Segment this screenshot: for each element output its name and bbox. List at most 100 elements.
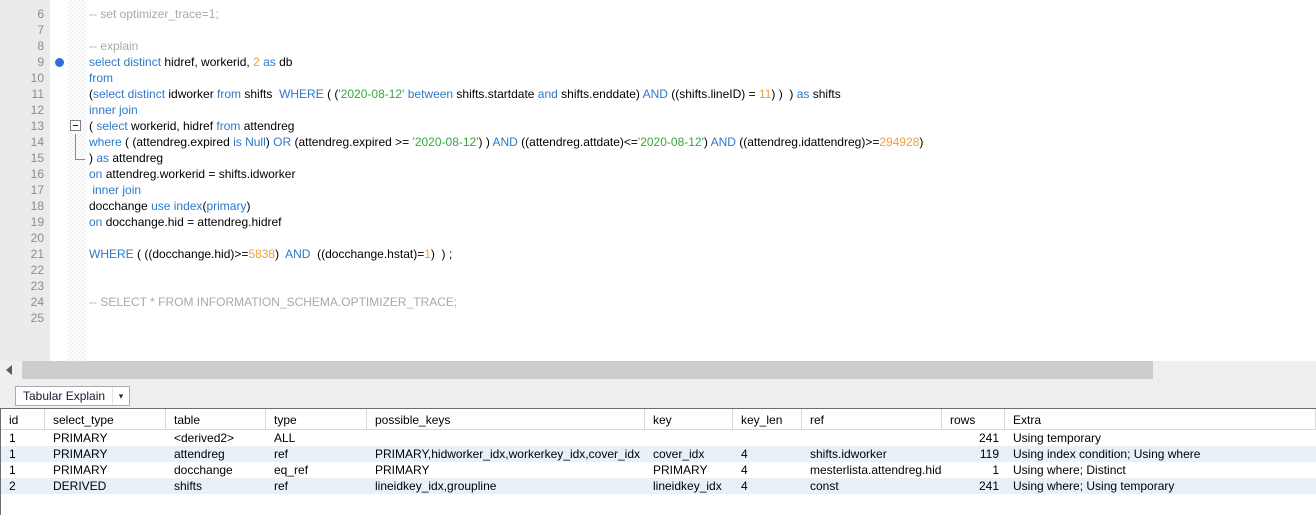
marker-cell [50, 214, 68, 230]
code-token: ((attendreg.idattendreg)>= [736, 135, 879, 149]
marker-cell [50, 198, 68, 214]
code-token: 1 [424, 247, 431, 261]
fold-cell [68, 230, 87, 246]
chevron-down-icon[interactable]: ▾ [112, 387, 129, 405]
code-line[interactable]: 25 [0, 310, 1316, 326]
code-text: -- SELECT * FROM INFORMATION_SCHEMA.OPTI… [87, 294, 457, 310]
code-token: ((docchange.hstat)= [310, 247, 424, 261]
sql-editor[interactable]: 6-- set optimizer_trace=1;78-- explain9s… [0, 0, 1316, 361]
code-text: -- set optimizer_trace=1; [87, 6, 219, 22]
fold-cell [68, 182, 87, 198]
column-header-id[interactable]: id [1, 409, 45, 430]
code-line[interactable]: 16on attendreg.workerid = shifts.idworke… [0, 166, 1316, 182]
code-line[interactable]: 24-- SELECT * FROM INFORMATION_SCHEMA.OP… [0, 294, 1316, 310]
line-number: 15 [0, 150, 50, 166]
table-cell-possible_keys: lineidkey_idx,groupline [367, 478, 645, 494]
column-header-rows[interactable]: rows [942, 409, 1005, 430]
scrollbar-thumb[interactable] [22, 361, 1153, 379]
code-line[interactable]: 20 [0, 230, 1316, 246]
code-line[interactable]: 15) as attendreg [0, 150, 1316, 166]
scroll-left-button[interactable] [0, 361, 18, 379]
table-cell-key_len: 4 [733, 462, 802, 478]
code-token: from [216, 119, 240, 133]
code-line[interactable]: 19on docchange.hid = attendreg.hidref [0, 214, 1316, 230]
code-text [87, 230, 89, 246]
code-token: idworker [165, 87, 217, 101]
code-line[interactable]: 14where ( (attendreg.expired is Null) OR… [0, 134, 1316, 150]
code-token: db [276, 55, 293, 69]
column-header-ref[interactable]: ref [802, 409, 942, 430]
table-cell-possible_keys: PRIMARY,hidworker_idx,workerkey_idx,cove… [367, 446, 645, 462]
table-cell-id: 1 [1, 430, 45, 446]
explain-table-body: 1PRIMARY<derived2>ALL241Using temporary1… [1, 430, 1316, 494]
column-header-table[interactable]: table [166, 409, 266, 430]
fold-collapse-icon[interactable] [70, 120, 81, 131]
line-number: 17 [0, 182, 50, 198]
code-line[interactable]: 23 [0, 278, 1316, 294]
column-header-select_type[interactable]: select_type [45, 409, 166, 430]
code-token: docchange.hid = attendreg.hidref [102, 215, 281, 229]
fold-cell [68, 166, 87, 182]
column-header-type[interactable]: type [266, 409, 367, 430]
table-row[interactable]: 1PRIMARY<derived2>ALL241Using temporary [1, 430, 1316, 446]
code-line[interactable]: 18docchange use index(primary) [0, 198, 1316, 214]
table-cell-table: shifts [166, 478, 266, 494]
table-cell-table: <derived2> [166, 430, 266, 446]
column-header-extra[interactable]: Extra [1005, 409, 1316, 430]
table-cell-key: PRIMARY [645, 462, 733, 478]
table-cell-key [645, 430, 733, 446]
marker-cell [50, 246, 68, 262]
code-line[interactable]: 17 inner join [0, 182, 1316, 198]
code-token: (attendreg.expired >= [291, 135, 412, 149]
table-row[interactable]: 2DERIVEDshiftsreflineidkey_idx,groupline… [1, 478, 1316, 494]
code-line[interactable]: 12inner join [0, 102, 1316, 118]
code-token: 5838 [248, 247, 275, 261]
code-token: ) ) ; [431, 247, 452, 261]
table-cell-table: attendreg [166, 446, 266, 462]
code-line[interactable]: 11(select distinct idworker from shifts … [0, 86, 1316, 102]
fold-cell [68, 102, 87, 118]
code-token: 294928 [879, 135, 919, 149]
code-line[interactable]: 21WHERE ( ((docchange.hid)>=5838) AND ((… [0, 246, 1316, 262]
table-cell-id: 1 [1, 446, 45, 462]
code-token: shifts [809, 87, 840, 101]
column-header-possible_keys[interactable]: possible_keys [367, 409, 645, 430]
table-row[interactable]: 1PRIMARYdocchangeeq_refPRIMARYPRIMARY4me… [1, 462, 1316, 478]
marker-cell [50, 22, 68, 38]
code-line[interactable]: 6-- set optimizer_trace=1; [0, 6, 1316, 22]
code-text: from [87, 70, 113, 86]
code-line[interactable]: 22 [0, 262, 1316, 278]
column-header-key_len[interactable]: key_len [733, 409, 802, 430]
marker-cell [50, 230, 68, 246]
line-number: 20 [0, 230, 50, 246]
code-token: ) [246, 199, 250, 213]
column-header-key[interactable]: key [645, 409, 733, 430]
fold-cell [68, 38, 87, 54]
fold-cell [68, 70, 87, 86]
code-token: between [408, 87, 453, 101]
code-token: on [89, 215, 102, 229]
code-line[interactable]: 8-- explain [0, 38, 1316, 54]
code-line[interactable]: 13( select workerid, hidref from attendr… [0, 118, 1316, 134]
explain-results-panel: Tabular Explain ▾ idselect_typetabletype… [0, 379, 1316, 515]
explain-view-selector[interactable]: Tabular Explain ▾ [15, 386, 130, 406]
code-text: -- explain [87, 38, 138, 54]
marker-cell [50, 102, 68, 118]
table-cell-ref: const [802, 478, 942, 494]
code-line[interactable]: 9select distinct hidref, workerid, 2 as … [0, 54, 1316, 70]
fold-cell [68, 134, 87, 150]
fold-cell [68, 278, 87, 294]
editor-horizontal-scrollbar[interactable] [0, 361, 1316, 379]
marker-cell [50, 278, 68, 294]
code-line[interactable]: 7 [0, 22, 1316, 38]
code-token: '2020-08-12' [338, 87, 404, 101]
code-text: ( select workerid, hidref from attendreg [87, 118, 294, 134]
table-cell-possible_keys [367, 430, 645, 446]
table-cell-ref [802, 430, 942, 446]
code-text [87, 22, 89, 38]
marker-cell [50, 310, 68, 326]
code-line[interactable]: 10from [0, 70, 1316, 86]
fold-cell [68, 214, 87, 230]
table-cell-extra: Using where; Distinct [1005, 462, 1316, 478]
table-row[interactable]: 1PRIMARYattendregrefPRIMARY,hidworker_id… [1, 446, 1316, 462]
